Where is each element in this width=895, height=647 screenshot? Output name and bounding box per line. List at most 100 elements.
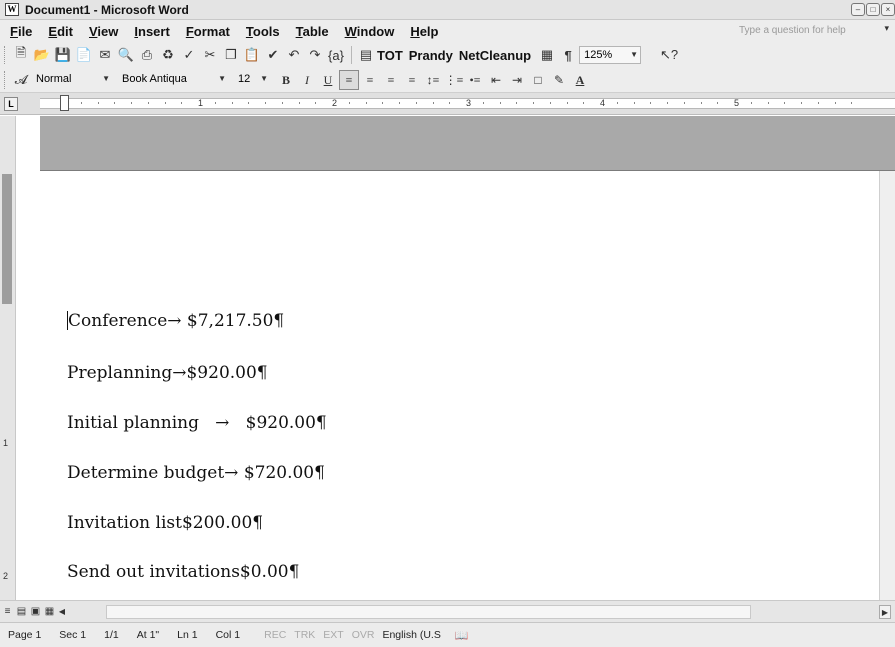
tot-button[interactable]: TOT: [377, 48, 403, 63]
document-line[interactable]: Preplanning→$920.00¶: [67, 363, 268, 383]
horizontal-ruler[interactable]: L 1 2 3 4 5: [0, 93, 895, 115]
status-trk[interactable]: TRK: [294, 629, 315, 641]
justify-icon[interactable]: ≡: [402, 70, 422, 90]
align-right-icon[interactable]: ≡: [381, 70, 401, 90]
research-icon[interactable]: ♻: [158, 45, 178, 65]
help-cursor-icon[interactable]: ↖?: [659, 45, 679, 65]
font-color-icon[interactable]: A: [570, 70, 590, 90]
ruler-tick: [717, 102, 719, 104]
font-size-value: 12: [238, 73, 251, 85]
zoom-value: 125%: [584, 49, 613, 61]
font-size-select[interactable]: 12 ▼: [234, 71, 270, 89]
new-document-icon[interactable]: 🗎: [11, 45, 31, 65]
numbering-icon[interactable]: ⋮≡: [444, 70, 464, 90]
spelling-status-icon[interactable]: 📖: [455, 629, 469, 642]
vertical-ruler[interactable]: 1 2: [0, 116, 16, 600]
menu-table[interactable]: Table: [296, 24, 329, 39]
ruler-tick: [164, 102, 166, 104]
document-line[interactable]: Send out invitations$0.00¶: [67, 562, 299, 582]
undo-icon[interactable]: ↶: [284, 45, 304, 65]
menu-file[interactable]: File: [10, 24, 32, 39]
email-icon[interactable]: ✉: [95, 45, 115, 65]
menu-edit[interactable]: Edit: [48, 24, 73, 39]
menu-format[interactable]: Format: [186, 24, 230, 39]
status-ext[interactable]: EXT: [323, 629, 343, 641]
minimize-icon[interactable]: –: [851, 3, 865, 16]
ruler-margin-shade: [2, 174, 12, 304]
toolbar-grip[interactable]: [4, 46, 7, 64]
ruler-number: 4: [600, 98, 606, 108]
underline-icon[interactable]: U: [318, 70, 338, 90]
copy-icon[interactable]: ❐: [221, 45, 241, 65]
reading-layout-icon[interactable]: ▦: [43, 605, 56, 618]
close-icon[interactable]: ×: [881, 3, 895, 16]
ruler-tick: [616, 102, 618, 104]
border-icon[interactable]: □: [528, 70, 548, 90]
prandy-button[interactable]: Prandy: [409, 48, 453, 63]
tab-selector-icon[interactable]: L: [4, 97, 18, 111]
restore-icon[interactable]: □: [866, 3, 880, 16]
document-line[interactable]: Invitation list$200.00¶: [67, 513, 263, 533]
scroll-left-icon[interactable]: ◀: [56, 605, 68, 619]
web-layout-icon[interactable]: ▤: [15, 605, 28, 618]
page-top-margin: [40, 116, 895, 171]
normal-view-icon[interactable]: ≡: [1, 605, 14, 618]
styles-pane-icon[interactable]: 𝓐: [11, 70, 31, 90]
menu-insert[interactable]: Insert: [134, 24, 169, 39]
netcleanup-button[interactable]: NetCleanup: [459, 48, 531, 63]
redo-icon[interactable]: ↷: [305, 45, 325, 65]
align-center-icon[interactable]: ≡: [360, 70, 380, 90]
ruler-strip[interactable]: 1 2 3 4 5: [40, 98, 895, 109]
status-rec[interactable]: REC: [264, 629, 286, 641]
document-line[interactable]: Conference→ $7,217.50¶: [67, 311, 284, 331]
decrease-indent-icon[interactable]: ⇤: [486, 70, 506, 90]
macro-icon[interactable]: ▤: [356, 45, 376, 65]
format-painter-icon[interactable]: ✔: [263, 45, 283, 65]
spelling-icon[interactable]: ✓: [179, 45, 199, 65]
chevron-down-icon[interactable]: ▾: [884, 23, 889, 34]
menu-help[interactable]: Help: [410, 24, 438, 39]
document-line[interactable]: Determine budget→ $720.00¶: [67, 463, 325, 483]
bullets-icon[interactable]: •≡: [465, 70, 485, 90]
italic-icon[interactable]: I: [297, 70, 317, 90]
ruler-number: 1: [3, 438, 9, 448]
document-line[interactable]: Initial planning → $920.00¶: [67, 413, 327, 433]
zoom-select[interactable]: 125% ▼: [579, 46, 642, 64]
bold-icon[interactable]: B: [276, 70, 296, 90]
status-page-count: 1/1: [104, 629, 119, 641]
print-preview-icon[interactable]: 🔍: [116, 45, 136, 65]
document-page[interactable]: Conference→ $7,217.50¶ Preplanning→$920.…: [16, 171, 895, 600]
menu-view[interactable]: View: [89, 24, 118, 39]
status-ovr[interactable]: OVR: [352, 629, 375, 641]
ruler-tick: [566, 102, 568, 104]
paste-icon[interactable]: 📋: [242, 45, 262, 65]
vertical-scrollbar[interactable]: [879, 171, 895, 600]
increase-indent-icon[interactable]: ⇥: [507, 70, 527, 90]
cut-icon[interactable]: ✂: [200, 45, 220, 65]
font-select[interactable]: Book Antiqua ▼: [118, 71, 228, 89]
field-code-icon[interactable]: {a}: [326, 45, 346, 65]
show-hide-icon[interactable]: ▦: [537, 45, 557, 65]
help-search-input[interactable]: Type a question for help: [733, 23, 873, 39]
menu-tools[interactable]: Tools: [246, 24, 280, 39]
print-icon[interactable]: ⎙: [137, 45, 157, 65]
menu-window[interactable]: Window: [345, 24, 395, 39]
indent-marker-icon[interactable]: [60, 95, 69, 111]
save-icon[interactable]: 💾: [53, 45, 73, 65]
horizontal-scrollbar[interactable]: [106, 605, 751, 619]
scroll-right-icon[interactable]: ▶: [879, 605, 891, 619]
word-doc-icon[interactable]: W: [5, 3, 19, 16]
ruler-tick: [365, 102, 367, 104]
style-select[interactable]: Normal ▼: [32, 71, 112, 89]
align-left-icon[interactable]: ≡: [339, 70, 359, 90]
open-folder-icon[interactable]: 📂: [32, 45, 52, 65]
horizontal-scroll-row: ≡ ▤ ▣ ▦ ◀ ▶: [0, 600, 895, 622]
pilcrow-icon[interactable]: ¶: [558, 45, 578, 65]
line-spacing-icon[interactable]: ↕≡: [423, 70, 443, 90]
permission-icon[interactable]: 📄: [74, 45, 94, 65]
print-layout-icon[interactable]: ▣: [29, 605, 42, 618]
toolbar-grip[interactable]: [4, 71, 7, 89]
status-at: At 1": [136, 629, 160, 641]
standard-toolbar: 🗎 📂 💾 📄 ✉ 🔍 ⎙ ♻ ✓ ✂ ❐ 📋 ✔ ↶ ↷ {a} ▤ TOT …: [0, 42, 895, 68]
highlight-icon[interactable]: ✎: [549, 70, 569, 90]
